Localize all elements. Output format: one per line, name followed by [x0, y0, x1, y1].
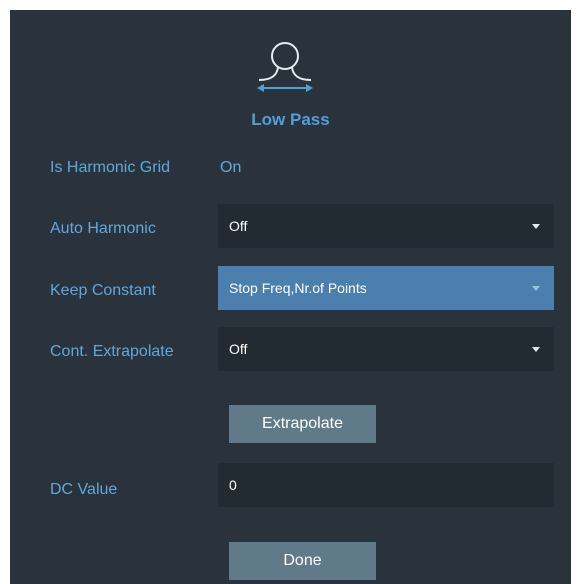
harmonic-grid-label: Is Harmonic Grid	[50, 159, 171, 176]
keep-constant-value: Stop Freq,Nr.of Points	[229, 280, 367, 296]
low-pass-dialog: Low Pass Is Harmonic Grid On Auto Harmon…	[10, 10, 571, 584]
done-button[interactable]: Done	[229, 542, 376, 580]
dc-value-text: 0	[229, 477, 237, 493]
cont-extrapolate-label: Cont. Extrapolate	[50, 343, 174, 360]
dialog-title: Low Pass	[251, 110, 330, 129]
auto-harmonic-value: Off	[229, 218, 248, 234]
auto-harmonic-label: Auto Harmonic	[50, 220, 156, 237]
chevron-down-icon	[532, 223, 540, 229]
auto-harmonic-dropdown[interactable]: Off	[218, 204, 554, 248]
dialog-header: Low Pass	[10, 30, 571, 130]
dc-value-input[interactable]: 0	[218, 463, 554, 507]
low-pass-filter-icon	[257, 42, 313, 92]
dc-value-label: DC Value	[50, 481, 118, 498]
extrapolate-button[interactable]: Extrapolate	[229, 405, 376, 443]
harmonic-grid-value: On	[220, 159, 242, 176]
cont-extrapolate-dropdown[interactable]: Off	[218, 327, 554, 371]
keep-constant-label: Keep Constant	[50, 282, 156, 299]
chevron-down-icon	[532, 285, 540, 291]
keep-constant-dropdown[interactable]: Stop Freq,Nr.of Points	[218, 266, 554, 310]
chevron-down-icon	[532, 346, 540, 352]
cont-extrapolate-value: Off	[229, 341, 248, 357]
